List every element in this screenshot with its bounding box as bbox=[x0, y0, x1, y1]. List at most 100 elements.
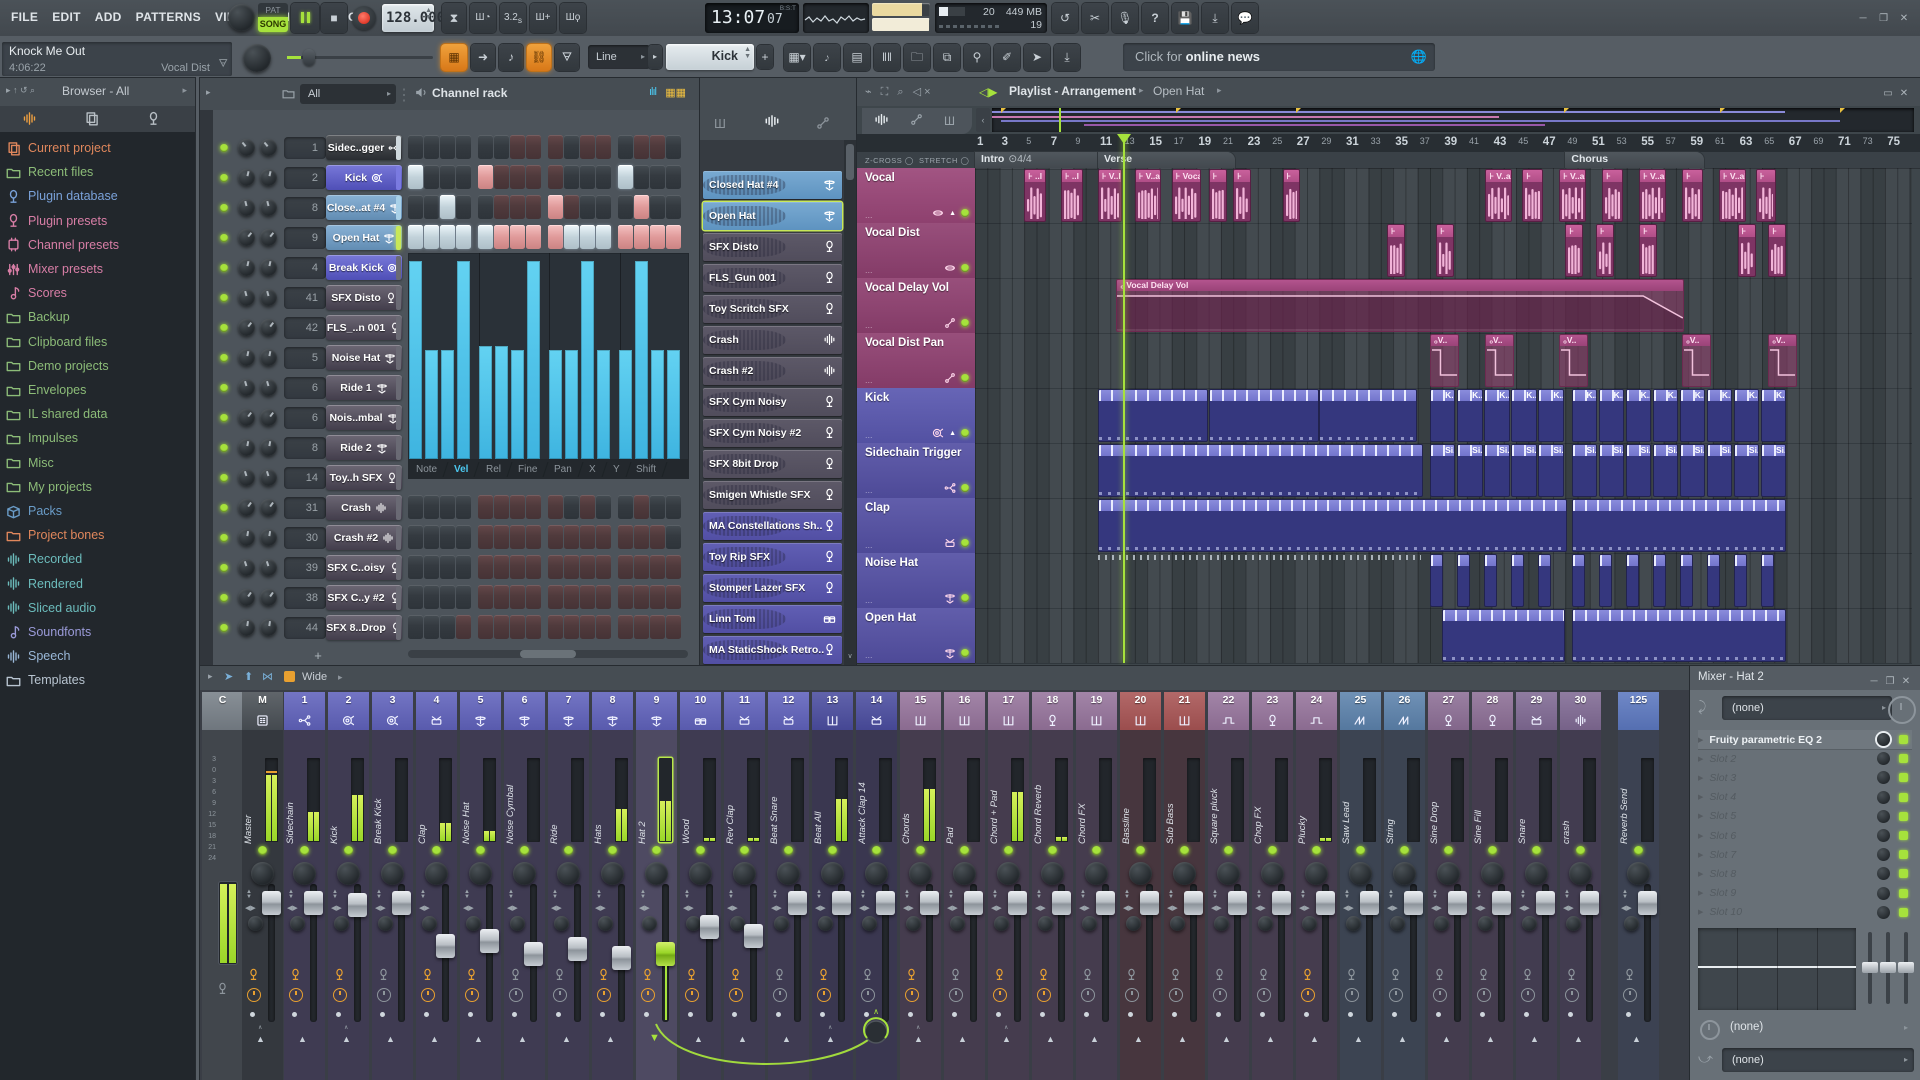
step-cell[interactable] bbox=[478, 195, 493, 219]
track-header-sidechain-trigger[interactable]: Sidechain Trigger... bbox=[857, 443, 975, 499]
record-arm-dot[interactable] bbox=[1348, 1012, 1353, 1017]
record-arm-dot[interactable] bbox=[864, 1012, 869, 1017]
clock-icon[interactable] bbox=[773, 988, 787, 1002]
shuttle-handle[interactable] bbox=[303, 49, 315, 66]
step-cell[interactable] bbox=[440, 165, 455, 189]
metronome-button[interactable]: ⧗ bbox=[442, 3, 466, 33]
audio-clip[interactable]: ⊦ Vocal bbox=[1171, 169, 1201, 222]
picker-item-crash-2[interactable]: Crash #2 bbox=[703, 357, 842, 385]
mixer-view-chevron[interactable]: ▸ bbox=[338, 672, 343, 683]
pattern-selector[interactable]: Kick ▲ ▼ bbox=[666, 44, 754, 70]
fader-handle[interactable] bbox=[1360, 890, 1379, 915]
pattern-clip[interactable] bbox=[1760, 554, 1775, 607]
step-cell[interactable] bbox=[510, 135, 525, 159]
picker-item-toy-scritch-sfx[interactable]: Toy Scritch SFX bbox=[703, 295, 842, 323]
clock-icon[interactable] bbox=[465, 988, 479, 1002]
record-arm-dot[interactable] bbox=[688, 1012, 693, 1017]
pan-lr-icon[interactable]: ◀▶ bbox=[859, 904, 870, 912]
timeline-bar-67[interactable]: 67 bbox=[1789, 136, 1802, 148]
record-arm-dot[interactable] bbox=[1626, 1012, 1631, 1017]
strip-pan-knob[interactable] bbox=[425, 862, 448, 885]
record-arm-dot[interactable] bbox=[1392, 1012, 1397, 1017]
strip-fader[interactable] bbox=[1184, 884, 1203, 1022]
timeline-bar-37[interactable]: 37 bbox=[1420, 136, 1430, 146]
step-cell[interactable] bbox=[408, 135, 423, 159]
track-lane-sidechain-trigger[interactable]: Si..Si..Si..Si..Si..Si..Si..Si..Si..Si..… bbox=[975, 443, 1912, 499]
fx-slot-icon[interactable] bbox=[1213, 968, 1226, 986]
channel-pan-knob[interactable] bbox=[238, 619, 255, 636]
step-cell[interactable] bbox=[596, 615, 611, 639]
audio-clip[interactable]: ⊦ V..al bbox=[1559, 169, 1586, 222]
channel-button-noise-hat[interactable]: Noise Hat bbox=[326, 345, 402, 370]
step-cell[interactable] bbox=[666, 495, 681, 519]
group-collapse-icon[interactable]: ▲ bbox=[949, 210, 956, 217]
timeline-bar-69[interactable]: 69 bbox=[1813, 136, 1823, 146]
fx-slot-9[interactable]: ▶ Slot 9 bbox=[1698, 884, 1912, 903]
step-cell[interactable] bbox=[478, 495, 493, 519]
step-cell[interactable] bbox=[564, 165, 579, 189]
timeline-bar-49[interactable]: 49 bbox=[1567, 136, 1577, 146]
slot-menu-icon[interactable]: ▶ bbox=[1698, 889, 1703, 897]
velocity-bar[interactable] bbox=[635, 261, 648, 459]
stereo-sep-icon[interactable]: ▲ ▼ bbox=[728, 889, 734, 900]
channel-vol-knob[interactable] bbox=[260, 379, 277, 396]
mixer-strip-hats[interactable]: 8 Hats ▲ ▼ ◀▶ ▲ bbox=[592, 692, 633, 1080]
audio-clip[interactable]: ⊦ bbox=[1282, 169, 1301, 222]
channel-number[interactable]: 41 bbox=[284, 287, 326, 309]
route-arrow-icon[interactable]: ▲ bbox=[1134, 1034, 1143, 1044]
channel-button-sfx-disto[interactable]: SFX Disto bbox=[326, 285, 402, 310]
step-cell[interactable] bbox=[634, 585, 649, 609]
fx-slot-icon[interactable] bbox=[289, 968, 302, 986]
track-mute-led[interactable] bbox=[961, 264, 969, 272]
step-cell[interactable] bbox=[580, 165, 595, 189]
step-cell[interactable] bbox=[510, 525, 525, 549]
slot-enable-led[interactable] bbox=[1899, 850, 1908, 860]
fx-slot-icon[interactable] bbox=[641, 968, 654, 986]
strip-fader[interactable] bbox=[656, 884, 675, 1022]
fader-handle[interactable] bbox=[1404, 890, 1423, 915]
track-header-kick[interactable]: Kick... ▲ bbox=[857, 388, 975, 444]
strip-mute-led[interactable] bbox=[1312, 846, 1321, 855]
stereo-sep-icon[interactable]: ▲ ▼ bbox=[992, 889, 998, 900]
velocity-bar[interactable] bbox=[511, 350, 524, 459]
clone-pattern-button[interactable]: ⧉ bbox=[934, 44, 960, 71]
strip-mute-led[interactable] bbox=[388, 846, 397, 855]
stereo-sep-icon[interactable]: ▲ ▼ bbox=[1168, 889, 1174, 900]
strip-sep-knob[interactable] bbox=[378, 916, 393, 931]
step-cell[interactable] bbox=[510, 225, 525, 249]
pattern-clip[interactable] bbox=[1652, 554, 1666, 607]
fader-handle[interactable] bbox=[1316, 890, 1335, 915]
pan-lr-icon[interactable]: ◀▶ bbox=[991, 904, 1002, 912]
strip-mute-led[interactable] bbox=[258, 846, 267, 855]
route-arrow-icon[interactable]: ▲ bbox=[606, 1034, 615, 1044]
fader-handle[interactable] bbox=[612, 945, 631, 970]
fx-slot-icon[interactable] bbox=[1081, 968, 1094, 986]
channel-enable-led[interactable] bbox=[220, 444, 228, 452]
strip-sep-knob[interactable] bbox=[1170, 916, 1185, 931]
pan-lr-icon[interactable]: ◀▶ bbox=[595, 904, 606, 912]
record-arm-dot[interactable] bbox=[1436, 1012, 1441, 1017]
channel-pan-knob[interactable] bbox=[238, 139, 255, 156]
channel-number[interactable]: 8 bbox=[284, 437, 326, 459]
track-lane-vocal-delay-vol[interactable]: ₒ Vocal Delay Vol bbox=[975, 278, 1912, 334]
velocity-graph[interactable]: Note Vel Rel Fine Pan X Y Shift bbox=[405, 253, 689, 479]
draw-tool-button[interactable]: ✐ bbox=[994, 44, 1020, 71]
pattern-clip[interactable] bbox=[1098, 444, 1424, 497]
timeline-bar-73[interactable]: 73 bbox=[1863, 136, 1873, 146]
fx-slot-icon[interactable] bbox=[553, 968, 566, 986]
timeline-bar-39[interactable]: 39 bbox=[1444, 136, 1457, 148]
strip-mute-led[interactable] bbox=[1400, 846, 1409, 855]
cut-tool-button[interactable]: ✂ bbox=[1082, 3, 1108, 33]
route-arrow-icon[interactable]: ▲ bbox=[694, 1034, 703, 1044]
strip-pan-knob[interactable] bbox=[689, 862, 712, 885]
channel-color-indicator[interactable] bbox=[396, 556, 401, 580]
strip-mute-led[interactable] bbox=[1048, 846, 1057, 855]
track-lane-vocal-dist-pan[interactable]: ₒV.. ₒV.. ₒV.. ₒV.. ₒV.. bbox=[975, 333, 1912, 389]
fx-slot-icon[interactable] bbox=[729, 968, 742, 986]
fx-slot-icon[interactable] bbox=[1565, 968, 1578, 986]
fader-handle[interactable] bbox=[480, 928, 499, 953]
mixer-strip-chop-fx[interactable]: 23 Chop FX ▲ ▼ ◀▶ ▲ bbox=[1252, 692, 1293, 1080]
channel-button-open-hat[interactable]: Open Hat bbox=[326, 225, 402, 250]
fx-slot-icon[interactable] bbox=[1037, 968, 1050, 986]
strip-pan-knob[interactable] bbox=[733, 862, 756, 885]
